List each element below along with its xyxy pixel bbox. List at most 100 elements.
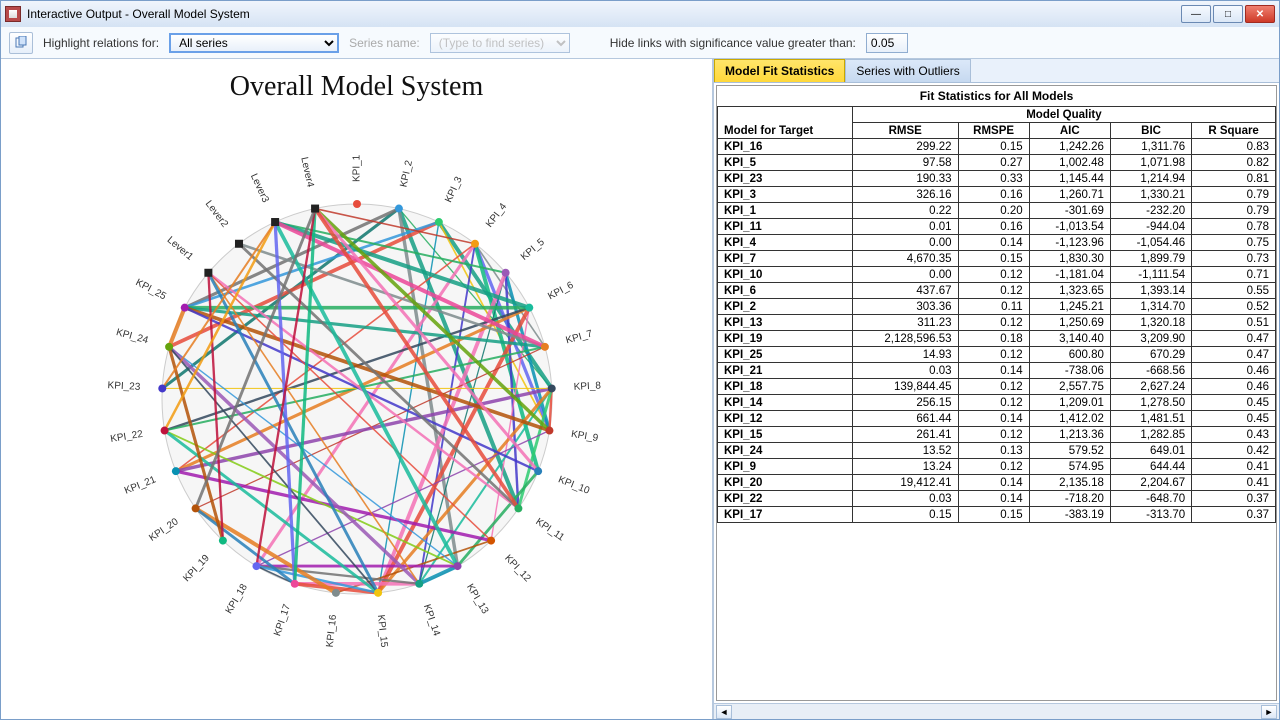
value-cell: 1,830.30 bbox=[1029, 251, 1110, 267]
node-label: KPI_7 bbox=[564, 328, 594, 346]
target-cell: KPI_22 bbox=[718, 491, 853, 507]
value-cell: 3,140.40 bbox=[1029, 331, 1110, 347]
table-row[interactable]: KPI_14256.150.121,209.011,278.500.45 bbox=[718, 395, 1276, 411]
value-cell: 0.14 bbox=[958, 475, 1029, 491]
node-label: KPI_2 bbox=[398, 159, 415, 188]
table-row[interactable]: KPI_210.030.14-738.06-668.560.46 bbox=[718, 363, 1276, 379]
value-cell: 0.12 bbox=[958, 267, 1029, 283]
table-row[interactable]: KPI_15261.410.121,213.361,282.850.43 bbox=[718, 427, 1276, 443]
table-row[interactable]: KPI_110.010.16-1,013.54-944.040.78 bbox=[718, 219, 1276, 235]
node-label: KPI_23 bbox=[107, 380, 141, 393]
toolbar: Highlight relations for: All series Seri… bbox=[1, 27, 1279, 59]
target-cell: KPI_9 bbox=[718, 459, 853, 475]
value-cell: 0.12 bbox=[958, 347, 1029, 363]
highlight-series-select[interactable]: All series bbox=[169, 33, 339, 53]
table-row[interactable]: KPI_3326.160.161,260.711,330.210.79 bbox=[718, 187, 1276, 203]
value-cell: 13.24 bbox=[852, 459, 958, 475]
node-label: KPI_19 bbox=[181, 553, 212, 585]
table-row[interactable]: KPI_18139,844.450.122,557.752,627.240.46 bbox=[718, 379, 1276, 395]
value-cell: 0.16 bbox=[958, 219, 1029, 235]
value-cell: 0.75 bbox=[1192, 235, 1276, 251]
value-cell: 2,135.18 bbox=[1029, 475, 1110, 491]
value-cell: 0.42 bbox=[1192, 443, 1276, 459]
table-row[interactable]: KPI_23190.330.331,145.441,214.940.81 bbox=[718, 171, 1276, 187]
target-cell: KPI_12 bbox=[718, 411, 853, 427]
table-row[interactable]: KPI_16299.220.151,242.261,311.760.83 bbox=[718, 139, 1276, 155]
fit-statistics-table: Model for Target Model Quality RMSERMSPE… bbox=[717, 106, 1276, 523]
target-cell: KPI_3 bbox=[718, 187, 853, 203]
value-cell: 0.73 bbox=[1192, 251, 1276, 267]
col-rmse: RMSE bbox=[852, 123, 958, 139]
value-cell: 0.47 bbox=[1192, 331, 1276, 347]
tab-model-fit[interactable]: Model Fit Statistics bbox=[714, 59, 845, 82]
tab-series-outliers[interactable]: Series with Outliers bbox=[845, 59, 970, 82]
copy-icon-button[interactable] bbox=[9, 32, 33, 54]
value-cell: 574.95 bbox=[1029, 459, 1110, 475]
table-row[interactable]: KPI_220.030.14-718.20-648.700.37 bbox=[718, 491, 1276, 507]
target-cell: KPI_1 bbox=[718, 203, 853, 219]
table-row[interactable]: KPI_100.000.12-1,181.04-1,111.540.71 bbox=[718, 267, 1276, 283]
table-row[interactable]: KPI_74,670.350.151,830.301,899.790.73 bbox=[718, 251, 1276, 267]
value-cell: 0.14 bbox=[958, 491, 1029, 507]
target-cell: KPI_15 bbox=[718, 427, 853, 443]
value-cell: 303.36 bbox=[852, 299, 958, 315]
value-cell: 0.47 bbox=[1192, 347, 1276, 363]
node-label: KPI_13 bbox=[464, 582, 491, 616]
value-cell: 0.12 bbox=[958, 459, 1029, 475]
table-row[interactable]: KPI_2514.930.12600.80670.290.47 bbox=[718, 347, 1276, 363]
scroll-right-icon[interactable]: ► bbox=[1261, 705, 1277, 719]
value-cell: 0.41 bbox=[1192, 475, 1276, 491]
value-cell: 0.15 bbox=[958, 507, 1029, 523]
value-cell: -1,054.46 bbox=[1110, 235, 1191, 251]
value-cell: 0.43 bbox=[1192, 427, 1276, 443]
value-cell: 0.14 bbox=[958, 235, 1029, 251]
close-button[interactable]: ✕ bbox=[1245, 5, 1275, 23]
value-cell: 19,412.41 bbox=[852, 475, 958, 491]
table-row[interactable]: KPI_40.000.14-1,123.96-1,054.460.75 bbox=[718, 235, 1276, 251]
table-row[interactable]: KPI_2303.360.111,245.211,314.700.52 bbox=[718, 299, 1276, 315]
value-cell: 190.33 bbox=[852, 171, 958, 187]
node-label: KPI_25 bbox=[133, 277, 168, 302]
tabs: Model Fit Statistics Series with Outlier… bbox=[714, 59, 1279, 83]
significance-threshold-input[interactable] bbox=[866, 33, 908, 53]
target-cell: KPI_6 bbox=[718, 283, 853, 299]
target-cell: KPI_5 bbox=[718, 155, 853, 171]
value-cell: 0.00 bbox=[852, 235, 958, 251]
node-label: KPI_22 bbox=[109, 429, 144, 445]
value-cell: 670.29 bbox=[1110, 347, 1191, 363]
table-row[interactable]: KPI_192,128,596.530.183,140.403,209.900.… bbox=[718, 331, 1276, 347]
table-row[interactable]: KPI_6437.670.121,323.651,393.140.55 bbox=[718, 283, 1276, 299]
table-row[interactable]: KPI_10.220.20-301.69-232.200.79 bbox=[718, 203, 1276, 219]
node-label: KPI_4 bbox=[484, 201, 510, 230]
value-cell: 649.01 bbox=[1110, 443, 1191, 459]
target-cell: KPI_2 bbox=[718, 299, 853, 315]
titlebar: Interactive Output - Overall Model Syste… bbox=[1, 1, 1279, 27]
value-cell: 1,002.48 bbox=[1029, 155, 1110, 171]
table-row[interactable]: KPI_2413.520.13579.52649.010.42 bbox=[718, 443, 1276, 459]
value-cell: 1,323.65 bbox=[1029, 283, 1110, 299]
node-label: Lever2 bbox=[202, 199, 230, 230]
value-cell: 0.55 bbox=[1192, 283, 1276, 299]
value-cell: 0.81 bbox=[1192, 171, 1276, 187]
value-cell: 1,481.51 bbox=[1110, 411, 1191, 427]
table-row[interactable]: KPI_913.240.12574.95644.440.41 bbox=[718, 459, 1276, 475]
maximize-button[interactable]: □ bbox=[1213, 5, 1243, 23]
stats-table-wrap[interactable]: Fit Statistics for All Models Model for … bbox=[716, 85, 1277, 701]
table-row[interactable]: KPI_597.580.271,002.481,071.980.82 bbox=[718, 155, 1276, 171]
minimize-button[interactable]: — bbox=[1181, 5, 1211, 23]
value-cell: 0.12 bbox=[958, 283, 1029, 299]
table-row[interactable]: KPI_2019,412.410.142,135.182,204.670.41 bbox=[718, 475, 1276, 491]
horizontal-scrollbar[interactable]: ◄ ► bbox=[714, 703, 1279, 719]
node-label: KPI_8 bbox=[573, 380, 601, 392]
table-row[interactable]: KPI_170.150.15-383.19-313.700.37 bbox=[718, 507, 1276, 523]
chord-diagram[interactable]: KPI_1KPI_2KPI_3KPI_4KPI_5KPI_6KPI_7KPI_8… bbox=[57, 119, 657, 679]
node-label: KPI_14 bbox=[420, 603, 441, 638]
table-row[interactable]: KPI_13311.230.121,250.691,320.180.51 bbox=[718, 315, 1276, 331]
target-cell: KPI_20 bbox=[718, 475, 853, 491]
value-cell: 14.93 bbox=[852, 347, 958, 363]
target-cell: KPI_21 bbox=[718, 363, 853, 379]
scroll-left-icon[interactable]: ◄ bbox=[716, 705, 732, 719]
table-row[interactable]: KPI_12661.440.141,412.021,481.510.45 bbox=[718, 411, 1276, 427]
value-cell: 1,145.44 bbox=[1029, 171, 1110, 187]
target-cell: KPI_4 bbox=[718, 235, 853, 251]
